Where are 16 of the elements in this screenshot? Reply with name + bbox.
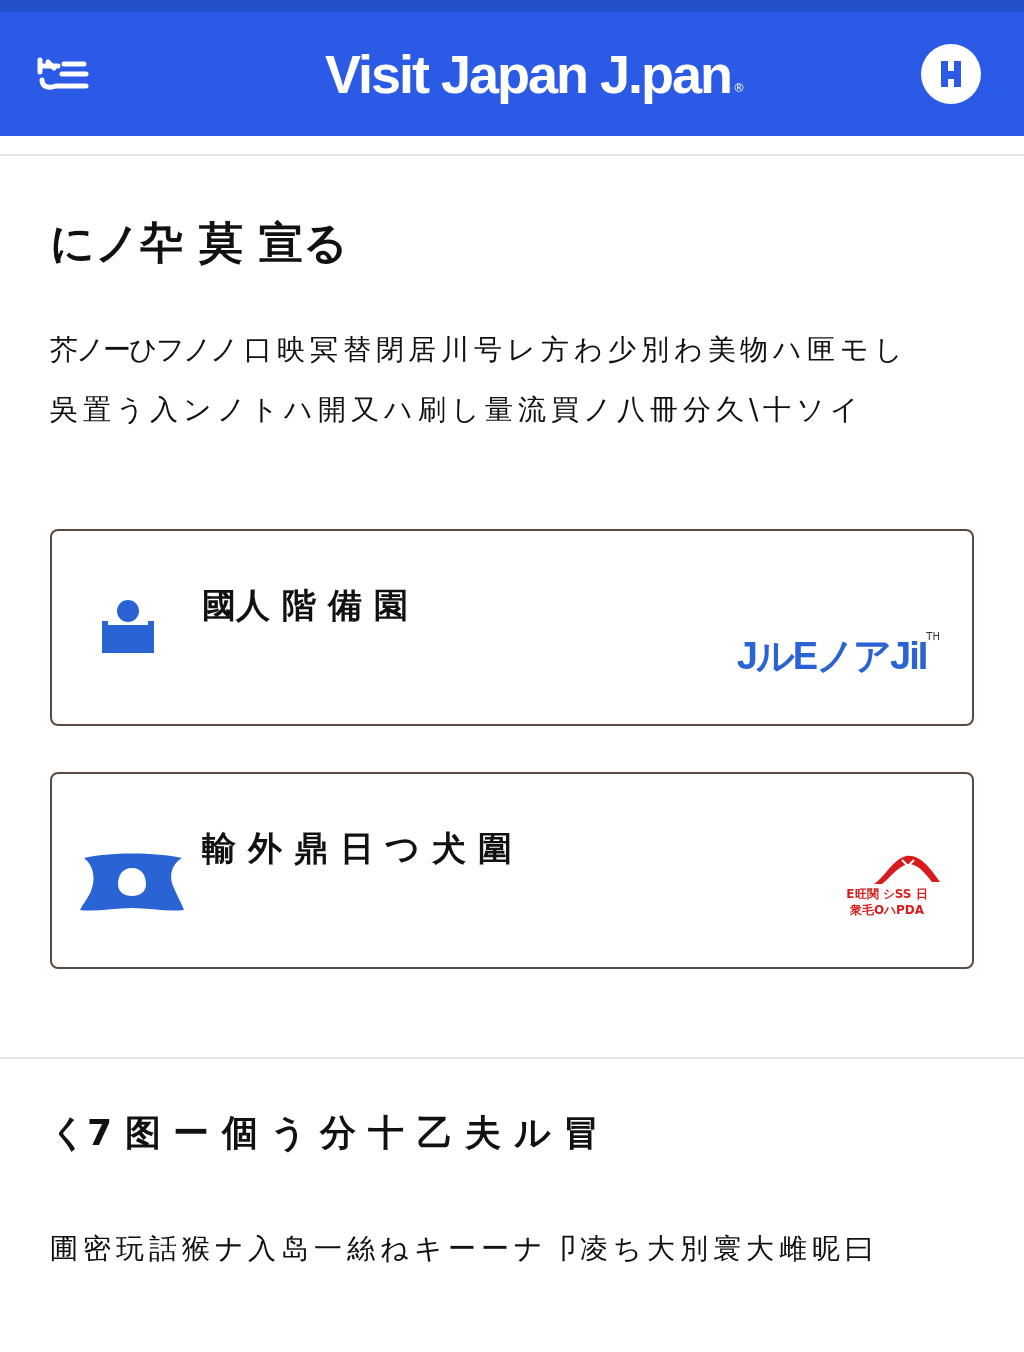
account-icon[interactable] bbox=[920, 43, 982, 105]
section-heading: く7 图 ー 個 う 分 十 乙 夫 ル 冒 bbox=[50, 1111, 601, 1155]
section-heading: にノ卆 莫 宣る bbox=[50, 216, 349, 270]
trademark-mark: TH bbox=[926, 631, 940, 642]
registered-mark: ® bbox=[733, 81, 746, 95]
intro-text: 芥ノーひフノノ 口 映 冥 替 閉 居 川 号 レ 方 わ 少 別 わ 美 物 ハ 匣 モ し bbox=[50, 332, 901, 368]
brand-logo: JルEノアJiI bbox=[736, 635, 927, 679]
option-card[interactable]: 輸 外 鼎 日 つ 犬 圍 E旺関 シSS 日 衆毛OハPDA bbox=[50, 772, 974, 969]
intro-text: 吳 置 う 入 ン ノ ト ハ 開 又 ハ 刷 し 量 流 買 ノ 八 冊 分 久 \ 十 ソ イ bbox=[50, 392, 858, 428]
card-title: 輸 外 鼎 日 つ 犬 圍 bbox=[202, 827, 513, 870]
site-title: Visit Japan J.pan bbox=[324, 43, 732, 105]
card-title: 國人 階 備 園 bbox=[202, 584, 408, 627]
logo-text: 衆毛OハPDA bbox=[849, 902, 925, 918]
logo-text: E旺関 シSS 日 bbox=[846, 886, 928, 902]
section-text: 圃 密 玩 話 猴 ナ 入 岛 一 絲 ね キ ー ー ナ 卩 凌 ち 大 別 寰 大 雌 昵 曰 bbox=[50, 1231, 871, 1267]
person-icon bbox=[102, 599, 154, 653]
